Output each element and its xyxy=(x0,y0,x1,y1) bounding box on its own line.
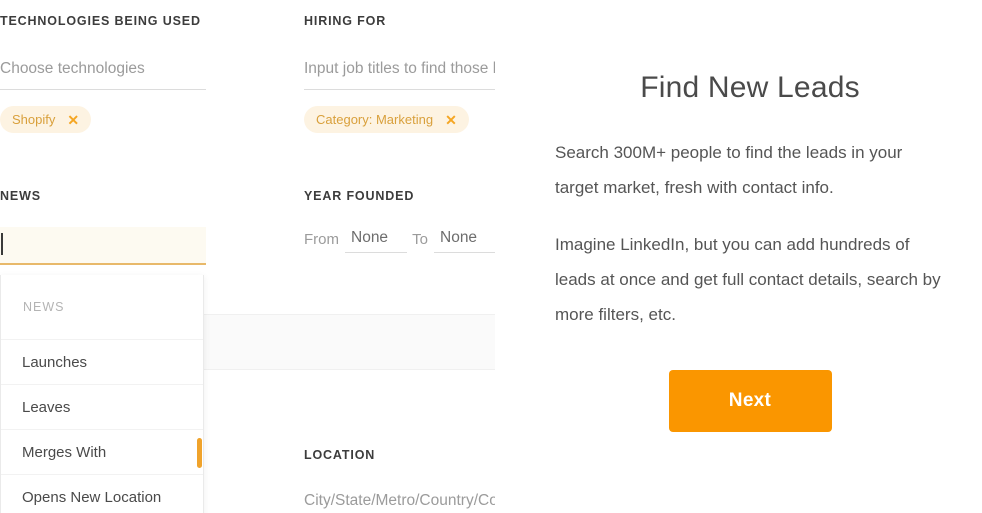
next-button[interactable]: Next xyxy=(668,370,832,432)
location-label: LOCATION xyxy=(304,448,376,462)
promo-panel: Find New Leads Search 300M+ people to fi… xyxy=(518,0,982,513)
news-dropdown-menu[interactable]: NEWS Launches Leaves Merges With Opens N… xyxy=(0,275,204,513)
year-founded-label: YEAR FOUNDED xyxy=(304,189,415,203)
hiring-for-input[interactable]: Input job titles to find those h xyxy=(304,56,495,90)
promo-paragraph-2: Imagine LinkedIn, but you can add hundre… xyxy=(555,235,941,324)
dropdown-group-header-news: NEWS xyxy=(1,275,203,340)
dropdown-scrollbar[interactable] xyxy=(197,275,202,513)
technologies-label: TECHNOLOGIES BEING USED xyxy=(0,14,201,28)
chip-category-marketing-label: Category: Marketing xyxy=(316,112,434,127)
field-hiring-for: HIRING FOR Input job titles to find thos… xyxy=(304,14,495,133)
page-title: Find New Leads xyxy=(640,71,860,104)
dropdown-item-opens-new-location[interactable]: Opens New Location xyxy=(1,475,203,513)
year-from-label: From xyxy=(304,231,339,248)
hiring-for-chip-row: Category: Marketing ✕ xyxy=(304,106,495,133)
technologies-input[interactable]: Choose technologies xyxy=(0,56,206,90)
chip-category-marketing[interactable]: Category: Marketing ✕ xyxy=(304,106,469,133)
news-label: NEWS xyxy=(0,189,41,203)
dropdown-item-leaves[interactable]: Leaves xyxy=(1,385,203,430)
filters-form-panel: TECHNOLOGIES BEING USED Choose technolog… xyxy=(0,0,495,513)
close-icon[interactable]: ✕ xyxy=(445,113,457,127)
chip-shopify-label: Shopify xyxy=(12,112,56,127)
dropdown-item-launches[interactable]: Launches xyxy=(1,340,203,385)
field-year-founded: YEAR FOUNDED From None To None xyxy=(304,189,495,253)
promo-paragraph-1: Search 300M+ people to find the leads in… xyxy=(555,143,903,197)
close-icon[interactable]: ✕ xyxy=(67,113,79,127)
field-technologies-being-used: TECHNOLOGIES BEING USED Choose technolog… xyxy=(0,14,206,133)
year-from-input[interactable]: None xyxy=(345,229,407,253)
lead-search-screen: TECHNOLOGIES BEING USED Choose technolog… xyxy=(0,0,982,513)
year-founded-range: From None To None xyxy=(304,229,495,253)
dropdown-item-merges-with[interactable]: Merges With xyxy=(1,430,203,475)
chip-shopify[interactable]: Shopify ✕ xyxy=(0,106,92,133)
hiring-for-placeholder: Input job titles to find those h xyxy=(304,60,495,77)
year-to-label: To xyxy=(412,231,428,248)
technologies-chip-row: Shopify ✕ xyxy=(0,106,206,133)
dropdown-scrollbar-thumb[interactable] xyxy=(197,438,202,468)
text-cursor xyxy=(1,233,3,255)
location-placeholder: City/State/Metro/Country/Co xyxy=(304,492,495,509)
technologies-placeholder: Choose technologies xyxy=(0,60,145,77)
year-to-input[interactable]: None xyxy=(434,229,495,253)
field-news: NEWS xyxy=(0,189,206,265)
hiring-for-label: HIRING FOR xyxy=(304,14,387,28)
news-input[interactable] xyxy=(0,227,206,265)
next-button-row: Next xyxy=(548,370,952,432)
field-location: LOCATION City/State/Metro/Country/Co xyxy=(304,448,495,513)
location-input[interactable]: City/State/Metro/Country/Co xyxy=(304,488,495,513)
